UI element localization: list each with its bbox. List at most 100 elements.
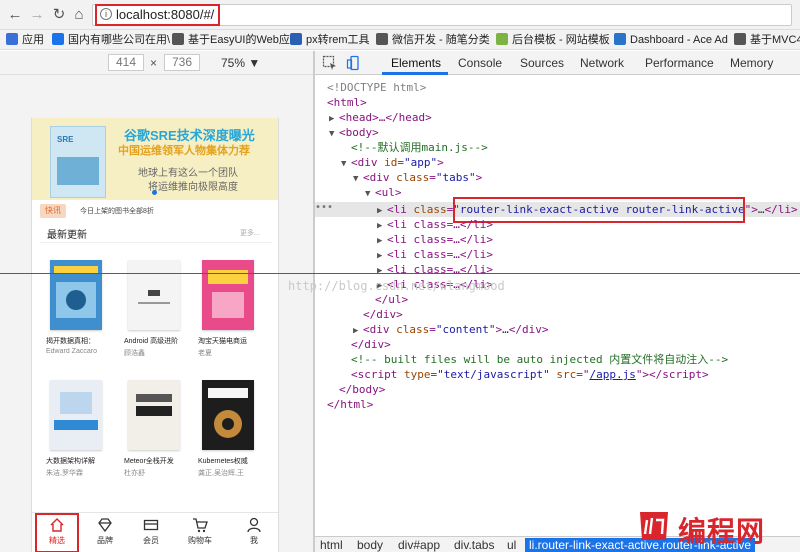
more-options-icon[interactable]: ••• [315, 202, 333, 213]
breadcrumb-item[interactable]: div#app [398, 538, 440, 552]
bookmark-page-icon [376, 33, 388, 45]
dom-node[interactable]: ▶ <li class=…</li> [377, 217, 493, 232]
dom-node[interactable]: </ul> [375, 292, 408, 307]
tab-me[interactable]: 我 [234, 517, 274, 551]
book-author: Edward Zaccaro [46, 348, 97, 355]
forward-arrow-icon[interactable]: → [28, 6, 46, 24]
site-logo: 编程网 [636, 506, 796, 548]
user-icon [247, 517, 261, 533]
collapse-triangle-icon[interactable]: ▼ [341, 157, 351, 172]
attr-name: id [384, 156, 398, 169]
breadcrumb-item[interactable]: div.tabs [454, 538, 494, 552]
banner-book-cover: SRE [50, 126, 106, 198]
reload-icon[interactable]: ↻ [50, 6, 68, 24]
bookmark-item[interactable]: 微信开发 - 随笔分类 [376, 33, 490, 47]
book-author: 杜亦舒 [124, 470, 145, 477]
tag-text: <li class=…</li> [387, 263, 493, 276]
bookmark-item[interactable]: 国内有哪些公司在用\ [52, 33, 170, 47]
dom-node[interactable]: ▶ <div class="content">…</div> [353, 322, 548, 337]
tab-performance[interactable]: Performance [645, 56, 714, 70]
tab-brand[interactable]: 品牌 [85, 517, 125, 551]
dom-node[interactable]: ▶ <li class=…</li> [377, 262, 493, 277]
device-width-input[interactable]: 414 [108, 54, 144, 71]
collapse-triangle-icon[interactable]: ▼ [365, 187, 375, 202]
mobile-page: SRE 谷歌SRE技术深度曝光 中国运维领军人物集体力荐 地球上有这么一个团队 … [31, 118, 279, 552]
dom-node[interactable]: <!-- built files will be auto injected 内… [351, 352, 728, 367]
tag-text: <li class=…</li> [387, 218, 493, 231]
bookmarks-bar: 应用 国内有哪些公司在用\ 基于EasyUI的Web应 px转rem工具 微信开… [0, 30, 800, 50]
dom-node[interactable]: </div> [363, 307, 403, 322]
collapse-triangle-icon[interactable]: ▼ [353, 172, 363, 187]
promo-banner[interactable]: SRE 谷歌SRE技术深度曝光 中国运维领军人物集体力荐 地球上有这么一个团队 … [32, 118, 278, 200]
book-author: 顾浩鑫 [124, 350, 145, 357]
card-icon [143, 519, 159, 531]
tag-text: </ul> [375, 293, 409, 306]
dom-node[interactable]: </div> [351, 337, 391, 352]
book-cover-art [208, 388, 248, 438]
device-toggle-icon[interactable] [346, 55, 362, 71]
news-text: 今日上架的图书全部8折 [80, 208, 154, 215]
chevron-down-icon: ▼ [248, 56, 261, 70]
book-cover-art [54, 266, 98, 318]
book-cover [202, 380, 254, 450]
dom-node[interactable]: ▼ <ul> [365, 185, 402, 200]
book-title: Android 高级进阶 [124, 338, 179, 345]
bookmark-label: px转rem工具 [306, 34, 370, 46]
book-cover-art [136, 394, 172, 416]
attr-name: class [396, 171, 430, 184]
dom-node[interactable]: ▶ <li class=…</li> [377, 232, 493, 247]
collapse-triangle-icon[interactable]: ▼ [329, 127, 339, 142]
banner-text: 地球上有这么一个团队 [138, 168, 238, 179]
device-toolbar: 414 × 736 75% ▼ [0, 51, 313, 75]
tab-sources[interactable]: Sources [520, 56, 564, 70]
device-height-input[interactable]: 736 [164, 54, 200, 71]
dom-node[interactable]: <!--默认调用main.js--> [351, 140, 488, 155]
zoom-select[interactable]: 75% ▼ [221, 56, 260, 70]
tab-cart[interactable]: 购物车 [180, 517, 220, 551]
elements-dom-tree: ••• <!DOCTYPE html> <html> ▶ <head>…</hea… [315, 76, 800, 536]
dom-node[interactable]: <html> [327, 95, 367, 110]
ellipsis: … [502, 323, 509, 336]
breadcrumb-item[interactable]: html [320, 538, 343, 552]
dom-node[interactable]: <script type="text/javascript" src="/app… [351, 367, 709, 382]
tab-memory[interactable]: Memory [730, 56, 773, 70]
dom-node[interactable]: </body> [339, 382, 385, 397]
banner-subhead: 中国运维领军人物集体力荐 [118, 145, 250, 157]
comment-text: <!--默认调用main.js--> [351, 141, 488, 154]
breadcrumb-item[interactable]: ul [507, 538, 516, 552]
bookmark-item[interactable]: 基于EasyUI的Web应 [172, 33, 290, 47]
book-cover [50, 260, 102, 330]
doctype: <!DOCTYPE html> [327, 81, 427, 94]
book-cover [128, 380, 180, 450]
dom-node[interactable]: </html> [327, 397, 373, 412]
dom-node[interactable]: ▶ <head>…</head> [329, 110, 432, 125]
dom-node[interactable]: ▼ <body> [329, 125, 379, 140]
dom-node[interactable]: <!DOCTYPE html> [327, 80, 426, 95]
back-arrow-icon[interactable]: ← [6, 6, 24, 24]
bookmark-apps[interactable]: 应用 [6, 33, 44, 47]
dom-node[interactable]: ▼ <div class="tabs"> [353, 170, 482, 185]
tab-label: 购物车 [188, 536, 212, 545]
tab-network[interactable]: Network [580, 56, 624, 70]
carousel-dot[interactable] [152, 190, 157, 195]
home-icon[interactable]: ⌂ [70, 6, 88, 24]
tab-console[interactable]: Console [458, 56, 502, 70]
breadcrumb-item[interactable]: body [357, 538, 383, 552]
bookmark-item[interactable]: 基于MVC4+ [734, 33, 800, 47]
tab-member[interactable]: 会员 [131, 517, 171, 551]
news-ticker[interactable]: 快讯 今日上架的图书全部8折 [40, 204, 272, 220]
tab-elements[interactable]: Elements [391, 56, 441, 70]
more-link[interactable]: 更多... [240, 228, 260, 238]
dom-node[interactable]: ▼ <div id="app"> [341, 155, 444, 170]
book-title: 揭开数据真相： [46, 338, 95, 345]
script-src-link[interactable]: /app.js [589, 368, 635, 381]
banner-book-label: SRE [57, 135, 74, 144]
bookmark-item[interactable]: px转rem工具 [290, 33, 370, 47]
tag-name: div [369, 171, 390, 184]
cart-icon [193, 518, 208, 533]
dom-node[interactable]: ▶ <li class=…</li> [377, 247, 493, 262]
bookmark-item[interactable]: Dashboard - Ace Ad [614, 33, 728, 47]
inspect-element-icon[interactable] [322, 55, 338, 71]
annotation-line [0, 273, 800, 274]
bookmark-item[interactable]: 后台模板 - 网站模板 [496, 33, 610, 47]
